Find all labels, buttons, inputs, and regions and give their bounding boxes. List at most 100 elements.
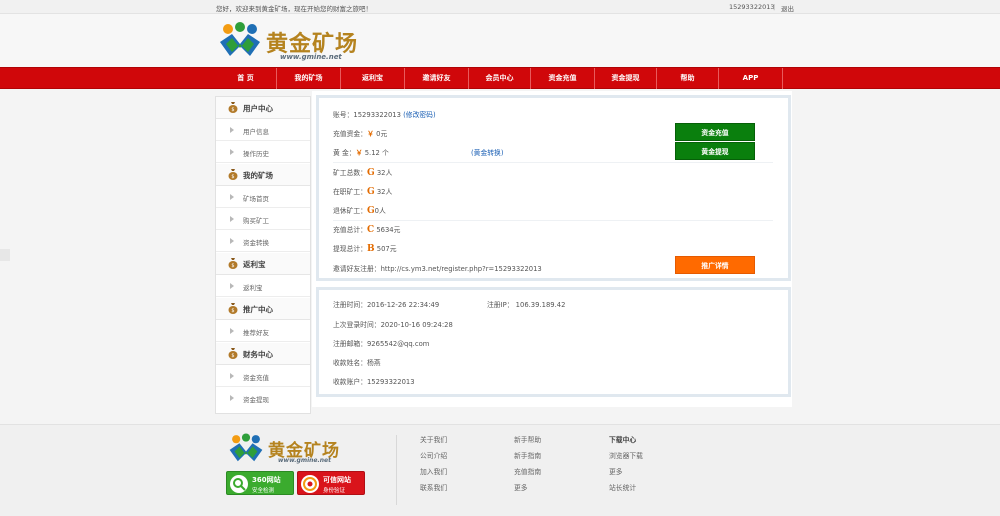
footer-link-contact[interactable]: 联系我们 [420, 482, 447, 498]
badge-title: 360网站 [252, 476, 281, 484]
miners-total-label: 矿工总数： [333, 169, 367, 177]
sidebar-item-refer-friend[interactable]: 推荐好友 [216, 320, 310, 342]
nav-my-mine[interactable]: 我的矿场 [277, 68, 341, 89]
nav-withdraw[interactable]: 资金提现 [595, 68, 657, 89]
sidebar-item-label: 资金充值 [243, 374, 269, 382]
sidebar-item-buy-miner[interactable]: 购买矿工 [216, 208, 310, 230]
miners-active-row: 在职矿工：G 32人 [333, 186, 392, 197]
svg-text:$: $ [231, 263, 234, 269]
footer-link-more[interactable]: 更多 [609, 466, 643, 482]
money-bag-icon: $ [228, 303, 238, 314]
g-icon: G [366, 187, 375, 197]
yen-icon: ￥ [366, 129, 374, 138]
payee-name-value: 杨燕 [366, 359, 381, 367]
invite-label: 邀请好友注册： [333, 265, 381, 273]
footer-link-more[interactable]: 更多 [514, 482, 541, 498]
sidebar-item-label: 资金提现 [243, 396, 269, 404]
sidebar-item-fund-convert[interactable]: 资金转换 [216, 230, 310, 252]
footer-divider [396, 435, 397, 505]
sidebar-item-rebate[interactable]: 返利宝 [216, 275, 310, 297]
footer-link-stats[interactable]: 站长统计 [609, 482, 643, 498]
sidebar-item-label: 返利宝 [243, 284, 263, 292]
account-row: 账号：15293322013 (修改密码) [333, 109, 436, 119]
sidebar-section-rebate: $ 返利宝 [216, 253, 310, 275]
footer-link-join[interactable]: 加入我们 [420, 466, 447, 482]
promotion-detail-button[interactable]: 推广详情 [675, 256, 755, 274]
miners-retired-label: 退休矿工： [333, 207, 367, 215]
svg-text:$: $ [231, 308, 234, 314]
nav-member-center[interactable]: 会员中心 [469, 68, 531, 89]
account-label: 账号： [333, 111, 354, 119]
footer-logo[interactable]: 黄金矿场 www.gmine.net [228, 433, 378, 467]
footer-column-title: 下载中心 [609, 436, 637, 444]
footer-column-download: 下载中心 浏览器下载 更多 站长统计 [609, 434, 643, 498]
nav-invite-friends[interactable]: 邀请好友 [405, 68, 469, 89]
invite-url[interactable]: http://cs.ym3.net/register.php?r=1529332… [381, 265, 542, 273]
logo-icon [229, 433, 263, 462]
footer-link-browser-download[interactable]: 浏览器下载 [609, 450, 643, 466]
sidebar-section-title: 返利宝 [243, 260, 266, 269]
footer-link-recharge-guide[interactable]: 充值指南 [514, 466, 541, 482]
footer-link-guide[interactable]: 新手指南 [514, 450, 541, 466]
logout-link[interactable]: 退出 [781, 3, 794, 13]
nav-home[interactable]: 首 页 [215, 68, 277, 89]
gold-value: 5.12 个 [364, 149, 389, 157]
sidebar-item-label: 矿场首页 [243, 195, 269, 203]
badge-subtitle: 身份验证 [323, 488, 346, 494]
b-icon: B [366, 244, 375, 254]
last-login-label: 上次登录时间： [333, 321, 381, 329]
g-icon: G [366, 168, 375, 178]
recharge-value: 0元 [376, 130, 388, 138]
footer-link-about[interactable]: 关于我们 [420, 434, 447, 450]
trusted-site-badge[interactable]: 可信网站 身份验证 [297, 471, 365, 495]
site-logo[interactable]: 黄金矿场 www.gmine.net [218, 22, 368, 62]
welcome-text: 您好，欢迎来到黄金矿场，现在开始您的财富之旅吧！ [216, 5, 372, 13]
sidebar-item-history[interactable]: 操作历史 [216, 141, 310, 163]
sidebar-item-withdraw[interactable]: 资金提现 [216, 387, 310, 409]
sidebar-item-user-info[interactable]: 用户信息 [216, 119, 310, 141]
footer-link-help[interactable]: 新手帮助 [514, 434, 541, 450]
miners-retired-row: 退休矿工：G0人 [333, 205, 386, 216]
arrow-icon [230, 373, 234, 379]
payee-name-row: 收款姓名：杨燕 [333, 357, 381, 367]
withdraw-gold-button[interactable]: 黄金提现 [675, 142, 755, 160]
divider [333, 162, 773, 163]
sidebar-section-title: 我的矿场 [243, 171, 273, 180]
sidebar-item-label: 用户信息 [243, 128, 269, 136]
payee-account-row: 收款账户：15293322013 [333, 376, 415, 386]
footer-link-company[interactable]: 公司介绍 [420, 450, 447, 466]
sidebar-item-recharge[interactable]: 资金充值 [216, 365, 310, 387]
sidebar-item-mine-home[interactable]: 矿场首页 [216, 186, 310, 208]
nav-recharge[interactable]: 资金充值 [531, 68, 595, 89]
c-icon: C [366, 225, 375, 235]
arrow-icon [230, 238, 234, 244]
money-bag-icon: $ [228, 169, 238, 180]
email-label: 注册邮箱： [333, 340, 367, 348]
reg-ip-label: 注册IP： [487, 301, 514, 309]
nav-help[interactable]: 帮助 [657, 68, 719, 89]
gold-convert-link[interactable]: (黄金转换) [471, 147, 504, 157]
footer-column-about: 关于我们 公司介绍 加入我们 联系我们 [420, 434, 447, 498]
registration-info-panel: 注册时间：2016-12-26 22:34:49 注册IP： 106.39.18… [316, 287, 791, 397]
withdraw-total-label: 提现总计： [333, 245, 367, 253]
arrow-icon [230, 395, 234, 401]
security-badge-360[interactable]: 360网站 安全检测 [226, 471, 294, 495]
recharge-row: 充值资金：￥ 0元 [333, 128, 387, 139]
account-value: 15293322013 [353, 111, 401, 119]
reg-time-value: 2016-12-26 22:34:49 [366, 301, 440, 309]
withdraw-total-value: 507元 [376, 245, 397, 253]
arrow-icon [230, 216, 234, 222]
recharge-button[interactable]: 资金充值 [675, 123, 755, 141]
account-name[interactable]: 15293322013 [729, 3, 775, 11]
payee-account-value: 15293322013 [366, 378, 415, 386]
change-password-link[interactable]: (修改密码) [403, 111, 436, 119]
arrow-icon [230, 149, 234, 155]
nav-rebate[interactable]: 返利宝 [341, 68, 405, 89]
recharge-total-row: 充值总计：C 5634元 [333, 224, 400, 235]
nav-app[interactable]: APP [719, 68, 783, 89]
side-tab[interactable] [0, 249, 10, 261]
miners-retired-value: 0人 [374, 207, 386, 215]
miners-active-value: 32人 [376, 188, 393, 196]
payee-account-label: 收款账户： [333, 378, 367, 386]
money-bag-icon: $ [228, 102, 238, 113]
